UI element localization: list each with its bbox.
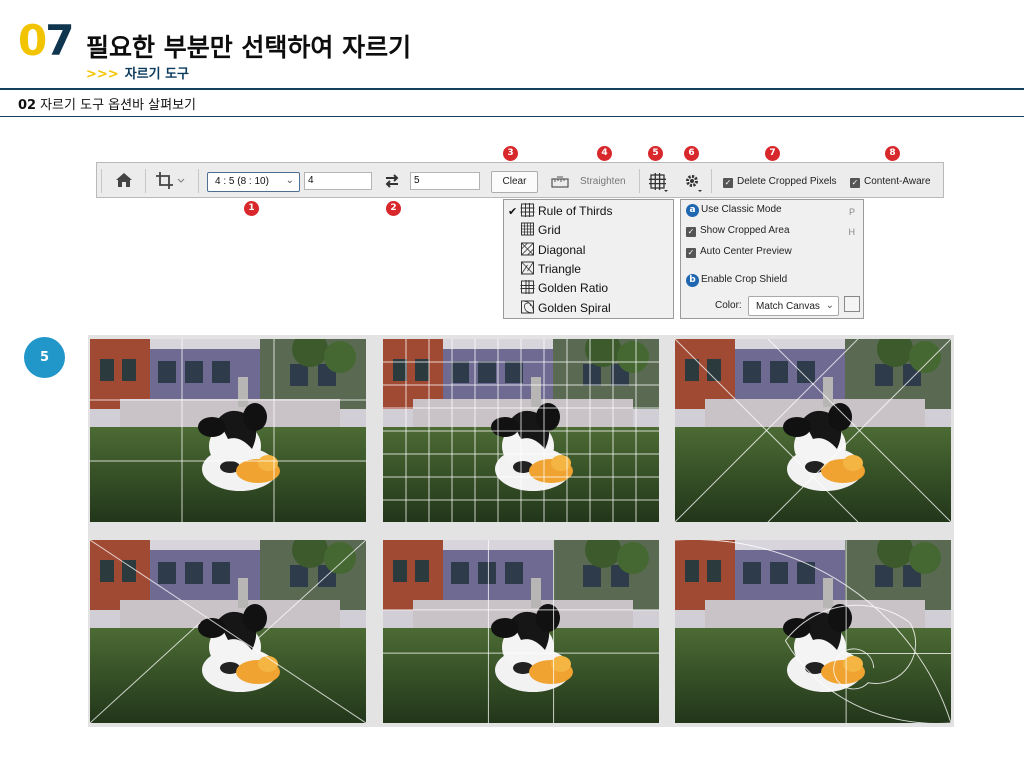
dog-photo-grid-overlay (383, 339, 659, 522)
overlay-option-golden-spiral[interactable]: Golden Spiral (508, 300, 611, 319)
show-cropped-area-option[interactable]: ✓ Show Cropped Area (686, 225, 790, 237)
gear-icon[interactable] (684, 173, 704, 196)
chevron-down-icon: ⌄ (285, 175, 294, 186)
example-photo-triangle (90, 540, 366, 723)
crop-options-bar: 4 : 5 (8 : 10) ⌄ 4 5 Clear Straighten ✓ De… (96, 162, 944, 198)
straighten-icon[interactable] (551, 176, 569, 191)
show-cropped-label: Show Cropped Area (700, 225, 790, 236)
overlay-option-label: Golden Spiral (538, 300, 611, 315)
badge-a: a (686, 204, 699, 217)
bar-grip (101, 169, 102, 193)
delete-cropped-pixels-checkbox[interactable]: ✓ Delete Cropped Pixels (723, 176, 837, 188)
straighten-label[interactable]: Straighten (580, 176, 626, 187)
section-title: 자르기 도구 옵션바 살펴보기 (40, 98, 197, 113)
overlay-options-menu: ✔ Rule of Thirds Grid Diagonal Triangle Golde… (503, 199, 674, 319)
height-input[interactable]: 5 (410, 172, 480, 190)
shortcut-key: H (848, 227, 856, 237)
chapter-title: 필요한 부분만 선택하여 자르기 (86, 33, 412, 62)
checkbox-checked-icon: ✓ (850, 178, 860, 188)
step-badge: 5 (24, 337, 65, 378)
aspect-ratio-select[interactable]: 4 : 5 (8 : 10) ⌄ (207, 172, 300, 192)
checkmark-icon: ✔ (508, 206, 518, 218)
separator (639, 169, 640, 193)
enable-shield-label: Enable Crop Shield (701, 274, 788, 285)
color-value: Match Canvas (756, 301, 820, 312)
overlay-diagonal-icon (521, 242, 534, 256)
overlay-triangle-icon (521, 261, 534, 275)
chapter-subtitle: >>> 자르기 도구 (86, 63, 189, 82)
use-classic-mode-option[interactable]: a Use Classic Mode (686, 204, 782, 217)
clear-button[interactable]: Clear (491, 171, 538, 193)
overlay-option-label: Triangle (538, 261, 581, 276)
crop-tool-icon[interactable] (155, 171, 185, 194)
overlay-golden-ratio-icon (520, 280, 535, 295)
chapter-number: 07 (18, 16, 74, 65)
marker-4: 4 (597, 146, 612, 161)
example-photo-diagonal (675, 339, 951, 522)
badge-b: b (686, 274, 699, 287)
dog-photo-diagonal-overlay (675, 339, 951, 522)
separator (145, 169, 146, 193)
separator (711, 169, 712, 193)
enable-crop-shield-option[interactable]: b Enable Crop Shield (686, 274, 787, 287)
dog-photo-triangle-overlay (90, 540, 366, 723)
header-divider (0, 88, 1024, 90)
example-photo-golden-spiral (675, 540, 951, 723)
marker-8: 8 (885, 146, 900, 161)
overlay-option-golden-ratio[interactable]: Golden Ratio (508, 280, 608, 299)
crop-settings-menu: a Use Classic Mode P ✓ Show Cropped Area H… (680, 199, 864, 319)
home-icon[interactable] (115, 172, 133, 191)
content-aware-label: Content-Aware (864, 176, 931, 187)
subtitle-arrows: >>> (86, 67, 119, 82)
grid-overlay-icon[interactable] (649, 173, 669, 196)
overlay-rule-of-thirds-icon (520, 203, 535, 217)
overlay-option-label: Rule of Thirds (538, 204, 613, 218)
overlay-option-label: Golden Ratio (538, 281, 609, 296)
dog-photo-rule-of-thirds-overlay (90, 339, 366, 522)
example-photo-golden-ratio (383, 540, 659, 723)
overlay-option-rule-of-thirds[interactable]: ✔ Rule of Thirds (508, 203, 612, 222)
marker-5: 5 (648, 146, 663, 161)
content-aware-checkbox[interactable]: ✓ Content-Aware (850, 176, 931, 188)
overlay-golden-spiral-icon (521, 300, 534, 313)
use-classic-label: Use Classic Mode (701, 204, 782, 215)
color-swatch[interactable] (844, 296, 860, 312)
overlay-option-label: Diagonal (538, 242, 586, 257)
swap-arrows-icon[interactable] (384, 173, 400, 192)
marker-6: 6 (684, 146, 699, 161)
example-photo-rule-of-thirds (90, 339, 366, 522)
checkbox-checked-icon: ✓ (686, 248, 696, 258)
overlay-option-grid[interactable]: Grid (508, 222, 561, 241)
delete-cropped-label: Delete Cropped Pixels (737, 176, 837, 187)
dog-photo-golden-ratio-overlay (383, 540, 659, 723)
shield-color-select[interactable]: Match Canvas ⌄ (748, 296, 839, 316)
checkbox-checked-icon: ✓ (723, 178, 733, 188)
overlay-option-diagonal[interactable]: Diagonal (508, 242, 585, 261)
overlay-grid-icon (521, 222, 534, 236)
marker-3: 3 (503, 146, 518, 161)
subtitle-text: 자르기 도구 (124, 67, 190, 82)
marker-7: 7 (765, 146, 780, 161)
auto-center-preview-option[interactable]: ✓ Auto Center Preview (686, 246, 792, 258)
ratio-value: 4 : 5 (8 : 10) (215, 176, 269, 187)
color-label: Color: (715, 300, 742, 311)
section-heading: 02 자르기 도구 옵션바 살펴보기 (18, 94, 196, 113)
overlay-option-label: Grid (538, 223, 561, 238)
overlay-option-triangle[interactable]: Triangle (508, 261, 581, 280)
shortcut-key: P (848, 207, 855, 217)
checkbox-checked-icon: ✓ (686, 227, 696, 237)
width-input[interactable]: 4 (304, 172, 372, 190)
separator (198, 169, 199, 193)
auto-center-label: Auto Center Preview (700, 246, 792, 257)
example-photo-grid (383, 339, 659, 522)
marker-2: 2 (386, 201, 401, 216)
chevron-down-icon: ⌄ (825, 300, 834, 311)
section-divider (0, 116, 1024, 117)
marker-1: 1 (244, 201, 259, 216)
overlay-examples-grid (88, 335, 954, 727)
section-number: 02 (18, 98, 37, 113)
dog-photo-golden-spiral-overlay (675, 540, 951, 723)
